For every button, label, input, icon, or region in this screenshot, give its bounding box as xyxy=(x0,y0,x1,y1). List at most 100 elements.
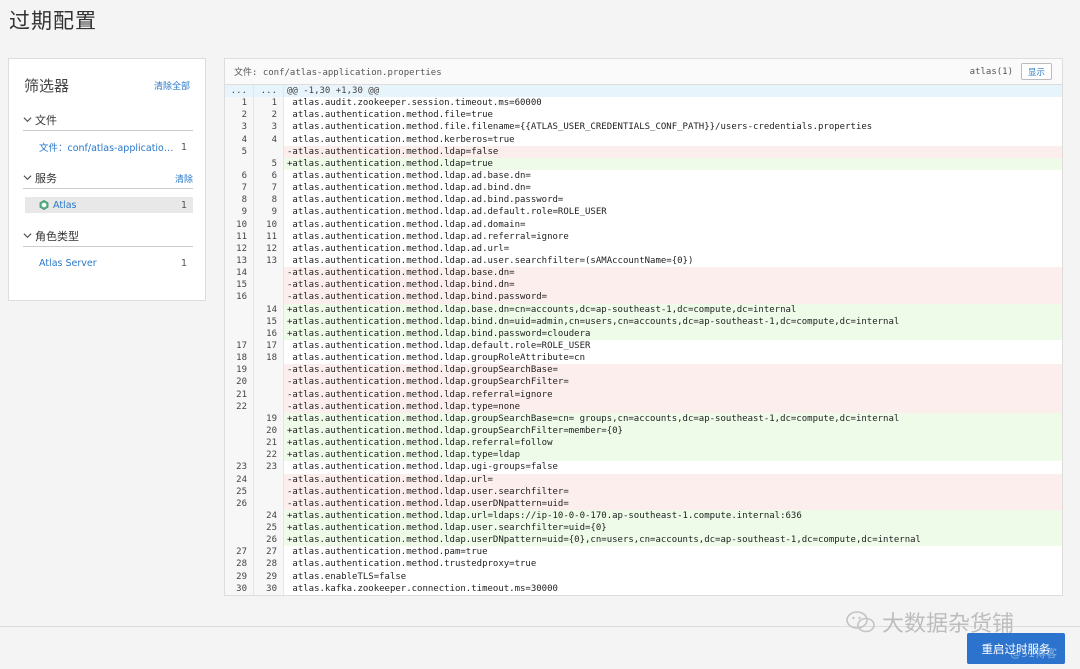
diff-line-add: 14 +atlas.authentication.method.ldap.base… xyxy=(225,303,1062,316)
old-line-number: 19 xyxy=(225,364,254,377)
atlas-hex-icon xyxy=(39,200,49,210)
old-line-number: 29 xyxy=(225,570,254,583)
old-line-number: 23 xyxy=(225,461,254,474)
diff-line-text: +atlas.authentication.method.ldap.userDN… xyxy=(284,534,1062,547)
diff-line-ctx: 13 13 atlas.authentication.method.ldap.ad… xyxy=(225,254,1062,268)
filter-group-clear-link[interactable]: 清除 xyxy=(175,172,193,185)
diff-line-text: atlas.authentication.method.trustedproxy… xyxy=(287,559,537,570)
new-line-number: 10 xyxy=(254,218,284,231)
filter-group-role-type-header[interactable]: 角色类型 xyxy=(23,229,193,247)
filter-group-title: 文件 xyxy=(35,114,57,127)
filter-item-atlas-server[interactable]: Atlas Server 1 xyxy=(23,255,193,271)
diff-line-del: 25 -atlas.authentication.method.ldap.user… xyxy=(225,485,1062,498)
new-line-number: 6 xyxy=(254,169,284,183)
new-line-number: 16 xyxy=(254,327,284,340)
watermark-small: @51博客 xyxy=(1010,647,1057,660)
new-line-number xyxy=(254,364,284,377)
diff-line-add: 21 +atlas.authentication.method.ldap.refe… xyxy=(225,437,1062,450)
diff-line-text: atlas.authentication.method.ldap.ad.refe… xyxy=(287,231,569,242)
diff-line-ctx: 33 atlas.authentication.method.file.file… xyxy=(225,121,1062,134)
diff-line-text: -atlas.authentication.method.ldap=false xyxy=(284,145,1062,158)
diff-line-text: atlas.authentication.method.ldap.ad.bind… xyxy=(287,183,531,194)
diff-line-text: atlas.authentication.method.ldap.ad.bind… xyxy=(287,195,564,206)
old-line-number xyxy=(225,449,254,462)
diff-line-text: +atlas.authentication.method.ldap.bind.d… xyxy=(284,315,1062,328)
new-line-number: 8 xyxy=(254,194,284,207)
filter-panel: 筛选器 清除全部 文件 文件：conf/atlas-application.pr… xyxy=(8,58,206,301)
old-line-number: 18 xyxy=(225,352,254,365)
diff-line-text: @@ -1,30 +1,30 @@ xyxy=(284,85,1062,98)
filter-header: 筛选器 xyxy=(24,77,70,95)
filter-item-file[interactable]: 文件：conf/atlas-application.properties 1 xyxy=(23,139,193,155)
new-line-number: 13 xyxy=(254,254,284,268)
diff-line-text: atlas.authentication.method.kerberos=tru… xyxy=(287,134,515,145)
diff-line-add: 22 +atlas.authentication.method.ldap.type… xyxy=(225,449,1062,462)
diff-line-add: 19 +atlas.authentication.method.ldap.grou… xyxy=(225,412,1062,425)
diff-line-add: 5 +atlas.authentication.method.ldap=true xyxy=(225,157,1062,170)
old-line-number: ... xyxy=(225,85,254,98)
diff-line-del: 21 -atlas.authentication.method.ldap.refe… xyxy=(225,388,1062,401)
diff-line-text: atlas.authentication.method.ldap.groupRo… xyxy=(287,353,586,364)
diff-line-ctx: 99 atlas.authentication.method.ldap.ad.d… xyxy=(225,206,1062,219)
diff-line-text: +atlas.authentication.method.ldap.base.d… xyxy=(284,303,1062,316)
diff-line-text: atlas.audit.zookeeper.session.timeout.ms… xyxy=(287,98,542,109)
old-line-number: 20 xyxy=(225,376,254,389)
diff-line-text: -atlas.authentication.method.ldap.bind.d… xyxy=(284,279,1062,292)
new-line-number: 28 xyxy=(254,558,284,571)
diff-line-text: atlas.authentication.method.ldap.default… xyxy=(287,340,591,351)
chevron-down-icon xyxy=(23,115,35,126)
new-line-number: 27 xyxy=(254,546,284,559)
new-line-number: 17 xyxy=(254,339,284,353)
diff-line-ctx: 23 23 atlas.authentication.method.ldap.ug… xyxy=(225,461,1062,474)
diff-line-text: +atlas.authentication.method.ldap.referr… xyxy=(284,437,1062,450)
diff-line-ctx: 27 27 atlas.authentication.method.pam=tru… xyxy=(225,546,1062,559)
diff-line-text: -atlas.authentication.method.ldap.referr… xyxy=(284,388,1062,401)
diff-line-text: -atlas.authentication.method.ldap.user.s… xyxy=(284,485,1062,498)
old-line-number: 28 xyxy=(225,558,254,571)
filter-group-service-header[interactable]: 服务 清除 xyxy=(23,171,193,189)
filter-group-file-header[interactable]: 文件 xyxy=(23,113,193,131)
new-line-number: 11 xyxy=(254,230,284,243)
filter-group-role-type: 角色类型 Atlas Server 1 xyxy=(23,229,193,271)
show-button[interactable]: 显示 xyxy=(1021,63,1052,80)
old-line-number xyxy=(225,315,254,328)
filter-item-atlas[interactable]: Atlas 1 xyxy=(25,197,193,213)
old-line-number: 12 xyxy=(225,242,254,255)
diff-line-ctx: 11 atlas.audit.zookeeper.session.timeout… xyxy=(225,97,1062,110)
old-line-number: 21 xyxy=(225,388,254,401)
new-line-number: 25 xyxy=(254,522,284,535)
wechat-icon xyxy=(846,610,876,634)
old-line-number: 22 xyxy=(225,400,254,413)
diff-line-ctx: 88 atlas.authentication.method.ldap.ad.b… xyxy=(225,194,1062,207)
old-line-number: 13 xyxy=(225,254,254,268)
diff-line-text: atlas.enableTLS=false xyxy=(287,571,407,582)
old-line-number xyxy=(225,157,254,170)
new-line-number: 12 xyxy=(254,242,284,255)
diff-line-ctx: 10 10 atlas.authentication.method.ldap.ad… xyxy=(225,218,1062,231)
diff-line-add: 20 +atlas.authentication.method.ldap.grou… xyxy=(225,424,1062,438)
diff-line-ctx: 30 30 atlas.kafka.zookeeper.connection.ti… xyxy=(225,582,1062,595)
diff-line-ctx: 29 29 atlas.enableTLS=false xyxy=(225,570,1062,583)
diff-header: 文件: conf/atlas-application.properties at… xyxy=(225,59,1062,85)
chevron-down-icon xyxy=(23,231,35,242)
new-line-number xyxy=(254,400,284,413)
new-line-number xyxy=(254,376,284,389)
clear-all-link[interactable]: 清除全部 xyxy=(154,79,190,92)
old-line-number: 16 xyxy=(225,291,254,304)
new-line-number: 7 xyxy=(254,182,284,195)
new-line-number: 20 xyxy=(254,424,284,438)
diff-line-text: atlas.authentication.method.ldap.ad.doma… xyxy=(287,219,526,230)
old-line-number: 7 xyxy=(225,182,254,195)
old-line-number xyxy=(225,534,254,547)
filter-item-count: 1 xyxy=(180,199,187,211)
diff-line-text: +atlas.authentication.method.ldap.bind.p… xyxy=(284,327,1062,340)
diff-line-text: atlas.authentication.method.ldap.ad.base… xyxy=(287,170,531,181)
old-line-number: 10 xyxy=(225,218,254,231)
old-line-number: 24 xyxy=(225,473,254,486)
diff-file-label: 文件: conf/atlas-application.properties xyxy=(234,68,442,78)
diff-line-text: atlas.kafka.zookeeper.connection.timeout… xyxy=(287,583,558,594)
new-line-number: 14 xyxy=(254,303,284,316)
new-line-number: 24 xyxy=(254,509,284,523)
filter-group-file: 文件 文件：conf/atlas-application.properties … xyxy=(23,113,193,155)
old-line-number xyxy=(225,437,254,450)
